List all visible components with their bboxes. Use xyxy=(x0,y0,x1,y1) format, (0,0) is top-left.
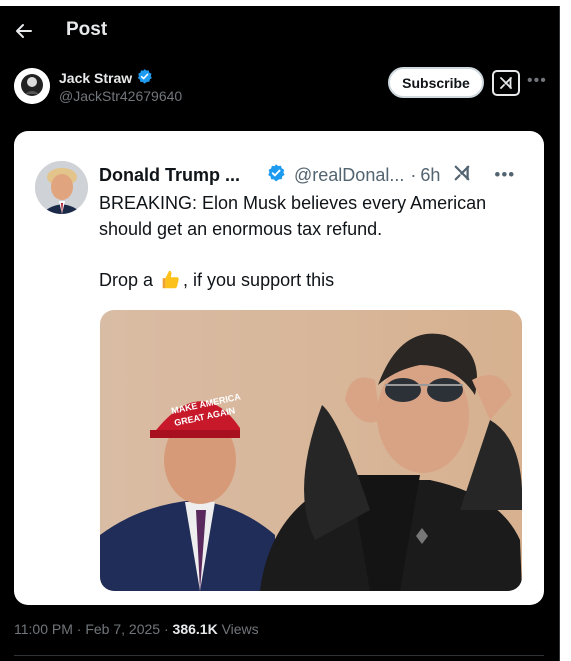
verified-badge-icon xyxy=(266,163,286,188)
post-author: Jack Straw @JackStr42679640 Subscribe ••… xyxy=(14,66,554,110)
quoted-avatar xyxy=(35,161,88,214)
author-name[interactable]: Jack Straw xyxy=(59,68,153,88)
subscribe-button[interactable]: Subscribe xyxy=(388,67,484,98)
quoted-author-handle: @realDonal... xyxy=(294,164,405,185)
grok-icon xyxy=(452,163,472,188)
more-horizontal-icon[interactable]: ••• xyxy=(527,72,547,90)
quoted-timestamp: 6h xyxy=(420,164,441,185)
post-time[interactable]: 11:00 PM xyxy=(14,621,73,637)
post-header: Post xyxy=(0,6,559,56)
arrow-left-icon[interactable] xyxy=(14,21,34,41)
post-image-card[interactable]: Donald Trump ... @realDonal... · 6h ••• … xyxy=(14,131,544,605)
verified-badge-icon xyxy=(136,68,153,88)
post-meta: 11:00 PM · Feb 7, 2025 · 386.1K Views xyxy=(14,621,259,637)
quoted-post-text-cta: Drop a , if you support this xyxy=(99,267,334,293)
post-photo[interactable]: MAKE AMERICA GREAT AGAIN xyxy=(100,310,522,591)
avatar[interactable] xyxy=(14,68,50,104)
author-name-text[interactable]: Jack Straw xyxy=(59,70,132,86)
quoted-separator: · xyxy=(410,164,417,185)
meta-separator: · xyxy=(163,621,169,637)
more-horizontal-icon: ••• xyxy=(494,165,516,184)
right-border xyxy=(559,6,560,661)
views-count: 386.1K xyxy=(172,621,218,637)
divider xyxy=(14,655,544,656)
quoted-post-header: Donald Trump ... @realDonal... · 6h ••• xyxy=(99,162,529,188)
grok-icon[interactable] xyxy=(492,70,520,96)
views-label: Views xyxy=(221,621,259,637)
cta-before: Drop a xyxy=(99,270,154,290)
quoted-author-name: Donald Trump ... xyxy=(99,164,241,185)
cta-after: , if you support this xyxy=(183,270,335,290)
meta-separator: · xyxy=(76,621,82,637)
page-title: Post xyxy=(66,19,108,40)
post-date[interactable]: Feb 7, 2025 xyxy=(85,621,160,637)
quoted-post-text: BREAKING: Elon Musk believes every Ameri… xyxy=(99,193,487,239)
thumbs-up-icon xyxy=(159,269,181,291)
author-handle[interactable]: @JackStr42679640 xyxy=(59,88,182,104)
